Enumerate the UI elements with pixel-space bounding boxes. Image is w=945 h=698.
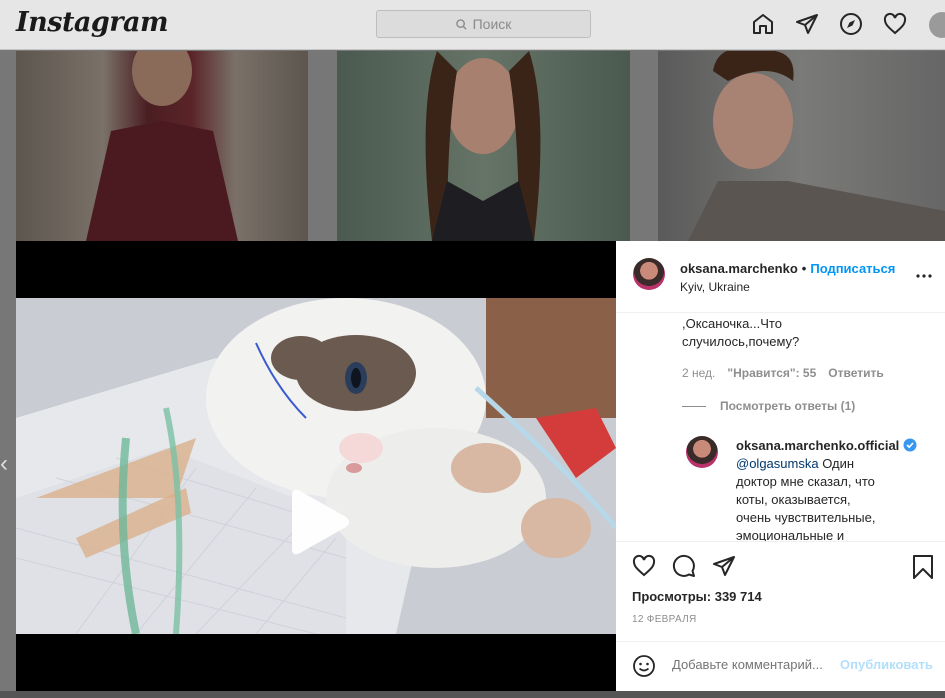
grid-photo-woman-red-dress [86, 51, 238, 241]
explore-icon[interactable] [838, 11, 864, 37]
reply-comment: oksana.marchenko.official @olgasumska Од… [736, 437, 931, 541]
reply-text: очень чувствительные, [736, 510, 876, 525]
comment-bubble-icon[interactable] [672, 554, 696, 583]
chevron-left-icon[interactable]: ‹ [0, 450, 8, 477]
reply-author-avatar[interactable] [686, 436, 718, 468]
comment-meta: 2 нед. "Нравится": 55 Ответить [682, 366, 884, 380]
reply-text: коты, оказывается, [736, 492, 851, 507]
instagram-logo[interactable]: Instagram [16, 7, 169, 38]
post-actions: Просмотры: 339 714 12 ФЕВРАЛЯ [616, 541, 945, 646]
post-location[interactable]: Kyiv, Ukraine [680, 280, 750, 294]
views-count: Просмотры: 339 714 [632, 589, 762, 604]
reply-text: доктор мне сказал, что [736, 474, 875, 489]
search-box[interactable]: Поиск [376, 10, 591, 38]
comment-input[interactable] [672, 657, 842, 672]
view-replies-button[interactable]: Посмотреть ответы (1) [682, 399, 855, 413]
comment-age[interactable]: 2 нед. [682, 366, 715, 380]
like-heart-icon[interactable] [632, 554, 656, 583]
author-username[interactable]: oksana.marchenko [680, 261, 798, 276]
cat-video-still [16, 298, 616, 634]
follow-button[interactable]: Подписаться [810, 261, 895, 276]
reply-button[interactable]: Ответить [828, 366, 883, 380]
reply-text: Один [822, 456, 855, 471]
direct-messages-icon[interactable] [794, 11, 820, 37]
share-icon[interactable] [712, 554, 736, 583]
comments-list[interactable]: ,Оксаночка...Что случилось,почему? 2 нед… [616, 313, 945, 541]
view-replies-label: Посмотреть ответы (1) [720, 399, 856, 413]
more-options-icon[interactable] [916, 265, 932, 283]
publish-button[interactable]: Опубликовать [840, 657, 933, 672]
search-placeholder: Поиск [472, 16, 512, 32]
search-icon [455, 18, 467, 30]
background-grid-bottom-row [0, 691, 945, 698]
mention-link[interactable]: @olgasumska [736, 456, 819, 471]
grid-post-3[interactable] [658, 51, 945, 241]
verified-badge-icon [903, 438, 917, 452]
profile-avatar[interactable] [929, 12, 945, 38]
comment-text-line: случилось,почему? [682, 334, 800, 349]
activity-heart-icon[interactable] [882, 11, 908, 37]
author-avatar[interactable] [633, 258, 665, 290]
add-comment-bar: Опубликовать [616, 641, 945, 691]
top-navbar: Instagram Поиск [0, 0, 945, 50]
views-label: Просмотры: [632, 589, 712, 604]
home-icon[interactable] [750, 11, 776, 37]
post-details-panel: oksana.marchenko • Подписаться Kyiv, Ukrai… [616, 241, 945, 691]
bookmark-icon[interactable] [912, 554, 934, 585]
comment-likes[interactable]: "Нравится": 55 [727, 366, 816, 380]
post-date[interactable]: 12 ФЕВРАЛЯ [632, 614, 697, 625]
divider-line [682, 405, 706, 407]
video-frame [16, 298, 616, 634]
post-video[interactable] [16, 241, 616, 691]
post-header: oksana.marchenko • Подписаться Kyiv, Ukrai… [616, 241, 945, 313]
views-number: 339 714 [714, 589, 762, 604]
grid-post-2[interactable] [337, 51, 630, 241]
separator-dot: • [801, 261, 807, 276]
grid-photo-woman-smiling [688, 51, 945, 241]
reply-author-username[interactable]: oksana.marchenko.official [736, 438, 899, 453]
reply-text: эмоциональные и [736, 528, 845, 541]
comment-text-line: ,Оксаночка...Что [682, 316, 782, 331]
grid-post-1[interactable] [16, 51, 308, 241]
grid-photo-woman-portrait [425, 51, 541, 241]
emoji-icon[interactable] [632, 654, 656, 683]
play-icon[interactable] [288, 487, 352, 562]
